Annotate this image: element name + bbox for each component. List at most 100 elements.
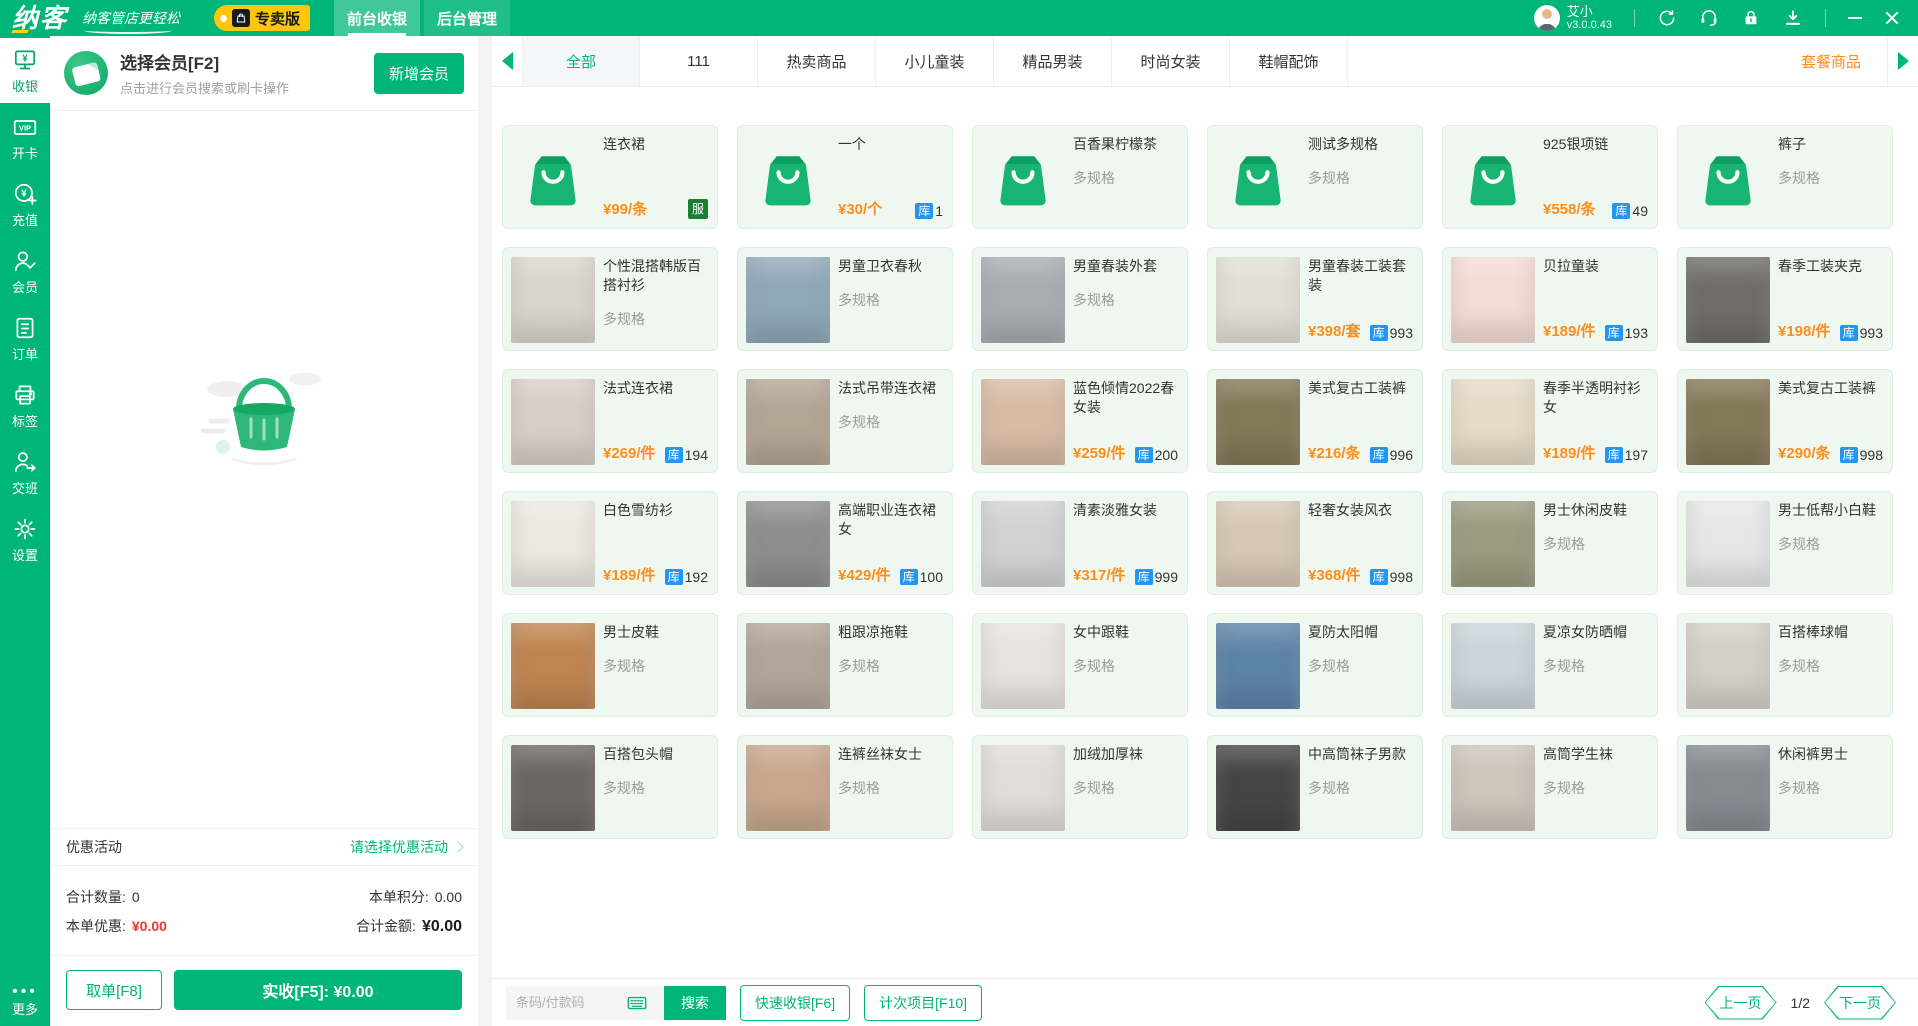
product-card[interactable]: 一个¥30/个库1 bbox=[737, 125, 953, 229]
tab-back-admin[interactable]: 后台管理 bbox=[424, 0, 510, 36]
product-card[interactable]: 高筒学生袜多规格 bbox=[1442, 735, 1658, 839]
product-card[interactable]: 法式连衣裙¥269/件库194 bbox=[502, 369, 718, 473]
product-card[interactable]: 法式吊带连衣裙多规格 bbox=[737, 369, 953, 473]
select-promo-link[interactable]: 请选择优惠活动 bbox=[350, 837, 462, 857]
sidebar-item-cashier[interactable]: ¥收银 bbox=[0, 38, 50, 103]
product-card[interactable]: 连裤丝袜女士多规格 bbox=[737, 735, 953, 839]
lock-icon[interactable] bbox=[1741, 8, 1761, 28]
product-card[interactable]: 轻奢女装风衣¥368/件库998 bbox=[1207, 491, 1423, 595]
product-card[interactable]: 男童春装外套多规格 bbox=[972, 247, 1188, 351]
sidebar-item-vip[interactable]: VIP开卡 bbox=[0, 105, 50, 170]
product-card[interactable]: 粗跟凉拖鞋多规格 bbox=[737, 613, 953, 717]
right-arrow-icon bbox=[1898, 52, 1909, 70]
category-tab-1[interactable]: 111 bbox=[640, 36, 758, 86]
product-image bbox=[1686, 623, 1770, 709]
product-spec: 多规格 bbox=[1073, 778, 1178, 798]
count-item-button[interactable]: 计次项目[F10] bbox=[864, 985, 982, 1021]
add-member-button[interactable]: 新增会员 bbox=[374, 53, 464, 94]
product-card[interactable]: 测试多规格多规格 bbox=[1207, 125, 1423, 229]
product-card[interactable]: 夏防太阳帽多规格 bbox=[1207, 613, 1423, 717]
product-thumb bbox=[746, 135, 830, 221]
close-button[interactable] bbox=[1884, 10, 1900, 26]
scroll-categories-left-button[interactable] bbox=[492, 36, 522, 86]
product-card[interactable]: 裤子多规格 bbox=[1677, 125, 1893, 229]
category-tab-3[interactable]: 小儿童装 bbox=[876, 36, 994, 86]
category-tab-0[interactable]: 全部 bbox=[522, 36, 640, 86]
category-tab-2[interactable]: 热卖商品 bbox=[758, 36, 876, 86]
panel-scrollbar[interactable] bbox=[478, 36, 492, 1026]
sidebar-item-recharge[interactable]: ¥充值 bbox=[0, 172, 50, 237]
pay-button[interactable]: 实收[F5]: ¥0.00 bbox=[174, 970, 462, 1010]
sidebar-item-settings[interactable]: 设置 bbox=[0, 507, 50, 572]
category-tab-4[interactable]: 精品男装 bbox=[994, 36, 1112, 86]
download-icon[interactable] bbox=[1783, 8, 1803, 28]
product-stock: 库200 bbox=[1135, 447, 1178, 463]
keyboard-icon[interactable] bbox=[626, 992, 648, 1014]
product-card[interactable]: 春季半透明衬衫女¥189/件库197 bbox=[1442, 369, 1658, 473]
product-card[interactable]: 美式复古工装裤¥290/条库998 bbox=[1677, 369, 1893, 473]
footer-bar: 搜索 快速收银[F6] 计次项目[F10] 上一页 1/2 下一页 bbox=[492, 978, 1918, 1026]
user-account[interactable]: 艾小 v3.0.0.43 bbox=[1534, 5, 1612, 31]
quick-pay-button[interactable]: 快速收银[F6] bbox=[740, 985, 850, 1021]
product-image bbox=[511, 623, 595, 709]
stock-tag-icon: 库 bbox=[1605, 447, 1623, 463]
product-card[interactable]: 女中跟鞋多规格 bbox=[972, 613, 1188, 717]
product-image bbox=[1686, 257, 1770, 343]
next-page-button[interactable]: 下一页 bbox=[1824, 986, 1896, 1020]
sidebar-item-member[interactable]: 会员 bbox=[0, 239, 50, 304]
product-card[interactable]: 清素淡雅女装¥317/件库999 bbox=[972, 491, 1188, 595]
category-tab-5[interactable]: 时尚女装 bbox=[1112, 36, 1230, 86]
sidebar-item-more[interactable]: ••• 更多 bbox=[0, 987, 50, 1018]
product-card[interactable]: 蓝色倾情2022春女装¥259/件库200 bbox=[972, 369, 1188, 473]
search-button[interactable]: 搜索 bbox=[664, 986, 726, 1020]
product-card[interactable]: 加绒加厚袜多规格 bbox=[972, 735, 1188, 839]
sidebar-item-shift[interactable]: 交班 bbox=[0, 440, 50, 505]
sidebar-item-label: 标签 bbox=[12, 411, 38, 430]
product-name: 法式连衣裙 bbox=[603, 379, 708, 398]
product-card[interactable]: 百搭包头帽多规格 bbox=[502, 735, 718, 839]
minimize-button[interactable] bbox=[1848, 17, 1862, 19]
product-card[interactable]: 925银项链¥558/条库49 bbox=[1442, 125, 1658, 229]
sidebar-item-orders[interactable]: 订单 bbox=[0, 306, 50, 371]
product-card[interactable]: 休闲裤男士多规格 bbox=[1677, 735, 1893, 839]
barcode-input[interactable] bbox=[516, 995, 626, 1010]
product-card[interactable]: 美式复古工装裤¥216/条库996 bbox=[1207, 369, 1423, 473]
sidebar-more-label: 更多 bbox=[12, 999, 38, 1018]
support-icon[interactable] bbox=[1699, 8, 1719, 28]
stock-tag-icon: 库 bbox=[1135, 569, 1153, 585]
product-name: 休闲裤男士 bbox=[1778, 745, 1883, 764]
hold-order-button[interactable]: 取单[F8] bbox=[66, 970, 162, 1010]
svg-text:¥: ¥ bbox=[21, 189, 27, 200]
category-tab-6[interactable]: 鞋帽配饰 bbox=[1230, 36, 1348, 86]
product-card[interactable]: 百香果柠檬茶多规格 bbox=[972, 125, 1188, 229]
scroll-categories-right-button[interactable] bbox=[1888, 36, 1918, 86]
product-card[interactable]: 百搭棒球帽多规格 bbox=[1677, 613, 1893, 717]
product-image bbox=[1451, 745, 1535, 831]
points-label: 本单积分: bbox=[369, 887, 429, 907]
tab-front-cashier[interactable]: 前台收银 bbox=[334, 0, 420, 36]
combo-products-link[interactable]: 套餐商品 bbox=[1775, 36, 1888, 86]
product-card[interactable]: 贝拉童装¥189/件库193 bbox=[1442, 247, 1658, 351]
barcode-search-box bbox=[506, 986, 664, 1020]
product-card[interactable]: 夏凉女防晒帽多规格 bbox=[1442, 613, 1658, 717]
product-card[interactable]: 男士皮鞋多规格 bbox=[502, 613, 718, 717]
product-card[interactable]: 春季工装夹克¥198/件库993 bbox=[1677, 247, 1893, 351]
product-card[interactable]: 中高筒袜子男款多规格 bbox=[1207, 735, 1423, 839]
prev-page-button[interactable]: 上一页 bbox=[1705, 986, 1777, 1020]
product-card[interactable]: 个性混搭韩版百搭衬衫多规格 bbox=[502, 247, 718, 351]
product-card[interactable]: 男士低帮小白鞋多规格 bbox=[1677, 491, 1893, 595]
product-card[interactable]: 白色雪纺衫¥189/件库192 bbox=[502, 491, 718, 595]
select-member-header[interactable]: 选择会员[F2] 点击进行会员搜索或刷卡操作 新增会员 bbox=[50, 36, 478, 111]
product-card[interactable]: 男童春装工装套装¥398/套库993 bbox=[1207, 247, 1423, 351]
product-image bbox=[511, 379, 595, 465]
product-name: 女中跟鞋 bbox=[1073, 623, 1178, 642]
product-card[interactable]: 男童卫衣春秋多规格 bbox=[737, 247, 953, 351]
product-card[interactable]: 男士休闲皮鞋多规格 bbox=[1442, 491, 1658, 595]
prev-page-label: 上一页 bbox=[1706, 987, 1776, 1019]
product-image bbox=[1686, 379, 1770, 465]
product-card[interactable]: 高端职业连衣裙女¥429/件库100 bbox=[737, 491, 953, 595]
sidebar-item-label[interactable]: 标签 bbox=[0, 373, 50, 438]
product-name: 粗跟凉拖鞋 bbox=[838, 623, 943, 642]
product-card[interactable]: 连衣裙¥99/条服 bbox=[502, 125, 718, 229]
update-icon[interactable] bbox=[1657, 8, 1677, 28]
